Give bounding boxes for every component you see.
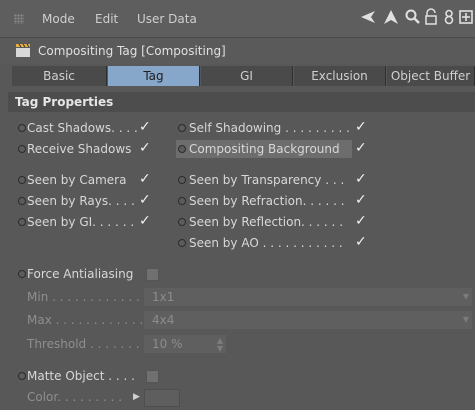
min-row: Min . . . . . . . . . . . . 1x1 ▼ xyxy=(0,288,475,306)
color-swatch[interactable] xyxy=(144,389,180,407)
min-value: 1x1 xyxy=(152,290,175,304)
option-label: Seen by Rays. . . . xyxy=(27,194,135,208)
min-dropdown[interactable]: 1x1 ▼ xyxy=(144,288,472,306)
checkmark[interactable]: ✓ xyxy=(355,233,367,251)
option-receive-shadows[interactable]: Receive Shadows ✓ xyxy=(0,140,160,158)
color-label: Color. . . . . . . . . xyxy=(27,390,123,404)
option-label: Cast Shadows. . . . xyxy=(27,121,138,135)
threshold-label: Threshold . . . . . . . xyxy=(27,337,140,351)
threshold-value: 10 % xyxy=(152,337,183,351)
checkmark[interactable]: ✓ xyxy=(139,118,151,136)
keyframe-dot[interactable] xyxy=(18,176,26,184)
option-seen-by-transparency[interactable]: Seen by Transparency . . . ✓ xyxy=(170,171,375,189)
keyframe-dot[interactable] xyxy=(18,124,26,132)
tab-tag[interactable]: Tag xyxy=(108,66,200,86)
option-label: Self Shadowing . . . . . . . . . xyxy=(189,121,350,135)
checkmark[interactable]: ✓ xyxy=(139,170,151,188)
threshold-input[interactable]: 10 % ▲ ▼ xyxy=(144,335,226,353)
option-seen-by-refraction[interactable]: Seen by Refraction. . . . . . ✓ xyxy=(170,192,375,210)
menu-bar: Mode Edit User Data xyxy=(0,0,475,38)
keyframe-dot[interactable] xyxy=(18,270,26,278)
stepper-icon[interactable]: ▲ ▼ xyxy=(217,337,223,353)
chevron-down-icon: ▼ xyxy=(462,292,469,301)
option-seen-by-reflection[interactable]: Seen by Reflection. . . . . . ✓ xyxy=(170,213,375,231)
lock-icon[interactable] xyxy=(422,8,440,28)
forward-arrow-icon[interactable] xyxy=(382,8,400,28)
option-label: Force Antialiasing xyxy=(27,267,134,281)
option-seen-by-ao[interactable]: Seen by AO . . . . . . . . . . . ✓ xyxy=(170,234,375,252)
panel-title: Compositing Tag [Compositing] xyxy=(38,44,226,58)
section-tag-properties[interactable]: Tag Properties xyxy=(8,92,475,112)
keyframe-dot[interactable] xyxy=(178,218,186,226)
keyframe-dot[interactable] xyxy=(18,145,26,153)
checkbox-unchecked[interactable] xyxy=(146,370,159,383)
threshold-row: Threshold . . . . . . . 10 % ▲ ▼ xyxy=(0,335,260,353)
tab-object-buffer[interactable]: Object Buffer xyxy=(387,66,475,86)
checkmark[interactable]: ✓ xyxy=(355,191,367,209)
checkmark[interactable]: ✓ xyxy=(139,191,151,209)
option-label: Seen by AO . . . . . . . . . . . xyxy=(189,236,343,250)
menu-edit[interactable]: Edit xyxy=(95,12,118,26)
checkbox-unchecked[interactable] xyxy=(146,268,159,281)
menu-mode[interactable]: Mode xyxy=(42,12,75,26)
keyframe-dot[interactable] xyxy=(18,218,26,226)
option-seen-by-camera[interactable]: Seen by Camera ✓ xyxy=(0,171,160,189)
min-label: Min . . . . . . . . . . . . xyxy=(27,290,140,304)
max-label: Max . . . . . . . . . . . . xyxy=(27,313,144,327)
tab-basic[interactable]: Basic xyxy=(12,66,107,86)
option-force-antialiasing[interactable]: Force Antialiasing xyxy=(0,265,180,283)
option-matte-object[interactable]: Matte Object . . . . xyxy=(0,367,180,385)
max-value: 4x4 xyxy=(152,313,175,327)
checkmark[interactable]: ✓ xyxy=(139,212,151,230)
option-compositing-background[interactable]: Compositing Background ✓ xyxy=(170,140,375,158)
clapperboard-tag-icon xyxy=(16,43,30,57)
menu-user-data[interactable]: User Data xyxy=(137,12,197,26)
tab-exclusion[interactable]: Exclusion xyxy=(294,66,386,86)
checkmark[interactable]: ✓ xyxy=(355,118,367,136)
keyframe-dot[interactable] xyxy=(178,176,186,184)
expand-arrow-icon[interactable]: ▶ xyxy=(133,388,140,406)
keyframe-dot[interactable] xyxy=(18,197,26,205)
option-label: Seen by Refraction. . . . . . xyxy=(189,194,345,208)
checkmark[interactable]: ✓ xyxy=(139,139,151,157)
checkmark[interactable]: ✓ xyxy=(355,139,367,157)
max-row: Max . . . . . . . . . . . . 4x4 ▼ xyxy=(0,311,475,329)
link-icon[interactable] xyxy=(440,8,458,28)
back-arrow-icon[interactable] xyxy=(360,8,378,28)
grip-handle-icon[interactable] xyxy=(14,14,24,24)
keyframe-dot[interactable] xyxy=(178,145,186,153)
max-dropdown[interactable]: 4x4 ▼ xyxy=(144,311,472,329)
checkmark[interactable]: ✓ xyxy=(355,212,367,230)
option-label: Seen by Camera xyxy=(27,173,127,187)
tab-gi[interactable]: GI xyxy=(201,66,293,86)
option-label: Matte Object . . . . xyxy=(27,369,135,383)
option-seen-by-gi[interactable]: Seen by GI. . . . . . ✓ xyxy=(0,213,160,231)
keyframe-dot[interactable] xyxy=(18,372,26,380)
option-seen-by-rays[interactable]: Seen by Rays. . . . ✓ xyxy=(0,192,160,210)
tab-bar: Basic Tag GI Exclusion Object Buffer xyxy=(12,66,475,86)
option-label: Receive Shadows xyxy=(27,142,132,156)
keyframe-dot[interactable] xyxy=(178,124,186,132)
chevron-down-icon: ▼ xyxy=(462,315,469,324)
keyframe-dot[interactable] xyxy=(178,239,186,247)
option-cast-shadows[interactable]: Cast Shadows. . . . ✓ xyxy=(0,119,160,137)
search-icon[interactable] xyxy=(404,8,422,28)
option-label: Seen by Reflection. . . . . . xyxy=(189,215,344,229)
new-panel-icon[interactable] xyxy=(457,8,475,28)
checkmark[interactable]: ✓ xyxy=(355,170,367,188)
option-label: Compositing Background xyxy=(189,142,340,156)
keyframe-dot[interactable] xyxy=(178,197,186,205)
color-row: Color. . . . . . . . . ▶ xyxy=(0,388,200,407)
option-label: Seen by GI. . . . . . xyxy=(27,215,135,229)
option-label: Seen by Transparency . . . xyxy=(189,173,345,187)
option-self-shadowing[interactable]: Self Shadowing . . . . . . . . . ✓ xyxy=(170,119,375,137)
